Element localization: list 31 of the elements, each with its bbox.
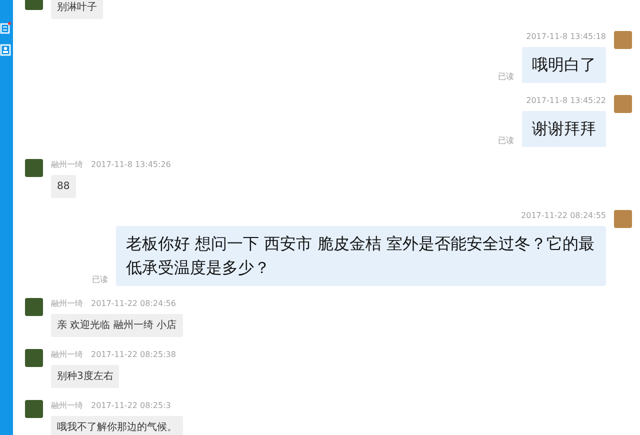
sender-name: 融州一绮 bbox=[51, 400, 83, 412]
message-bubble: 别种3度左右 bbox=[51, 365, 120, 388]
message-bubble: 亲 欢迎光临 融州一绮 小店 bbox=[51, 314, 183, 337]
read-status: 已读 bbox=[498, 71, 514, 83]
chat-icon[interactable] bbox=[0, 22, 11, 35]
message-time: 2017-11-8 13:45:22 bbox=[526, 95, 606, 107]
sender-name: 融州一绮 bbox=[51, 298, 83, 310]
avatar-photo bbox=[614, 31, 632, 49]
message-bubble: 谢谢拜拜 bbox=[522, 111, 606, 147]
sender-name: 融州一绮 bbox=[51, 159, 83, 171]
message-time: 2017-11-22 08:25:3 bbox=[91, 400, 171, 412]
message-time: 2017-11-8 13:45:26 bbox=[91, 159, 171, 171]
message-bubble: 别淋叶子 bbox=[51, 0, 103, 19]
avatar-photo bbox=[614, 95, 632, 113]
avatar-photo bbox=[25, 349, 43, 367]
message-bubble: 老板你好 想问一下 西安市 脆皮金桔 室外是否能安全过冬？它的最低承受温度是多少？ bbox=[116, 226, 606, 286]
read-status: 已读 bbox=[498, 135, 514, 147]
message-time: 2017-11-22 08:24:55 bbox=[521, 210, 606, 222]
avatar-photo bbox=[25, 298, 43, 316]
avatar-photo bbox=[614, 210, 632, 228]
message-time: 2017-11-8 13:45:18 bbox=[526, 31, 606, 43]
message-time: 2017-11-22 08:24:56 bbox=[91, 298, 176, 310]
read-status: 已读 bbox=[92, 274, 108, 286]
message-time: 2017-11-22 08:25:38 bbox=[91, 349, 176, 361]
contacts-icon[interactable] bbox=[0, 43, 11, 56]
avatar-photo bbox=[25, 400, 43, 418]
sender-name: 融州一绮 bbox=[51, 349, 83, 361]
avatar-photo bbox=[25, 159, 43, 177]
message-bubble: 哦明白了 bbox=[522, 47, 606, 83]
message-bubble: 88 bbox=[51, 175, 76, 198]
message-bubble: 哦我不了解你那边的气候。 bbox=[51, 416, 183, 435]
